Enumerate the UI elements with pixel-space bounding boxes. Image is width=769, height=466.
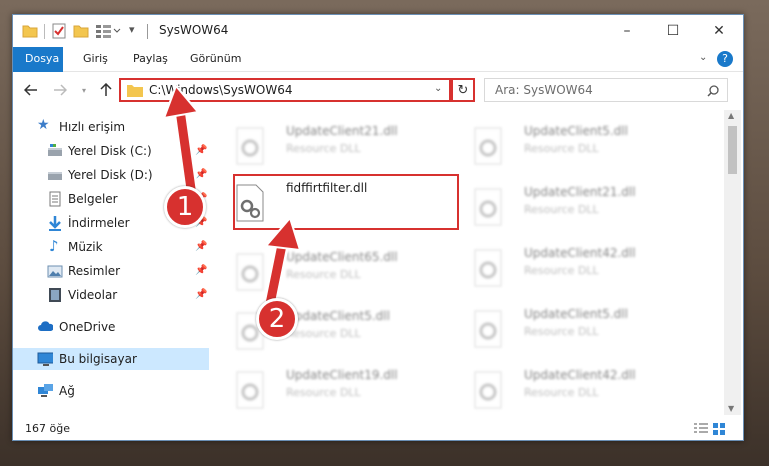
arrow-2 — [263, 215, 302, 306]
step-1-badge: 1 — [164, 186, 206, 228]
arrow-1 — [162, 84, 200, 197]
step-2-badge: 2 — [256, 298, 298, 340]
annotation-layer — [162, 84, 302, 306]
